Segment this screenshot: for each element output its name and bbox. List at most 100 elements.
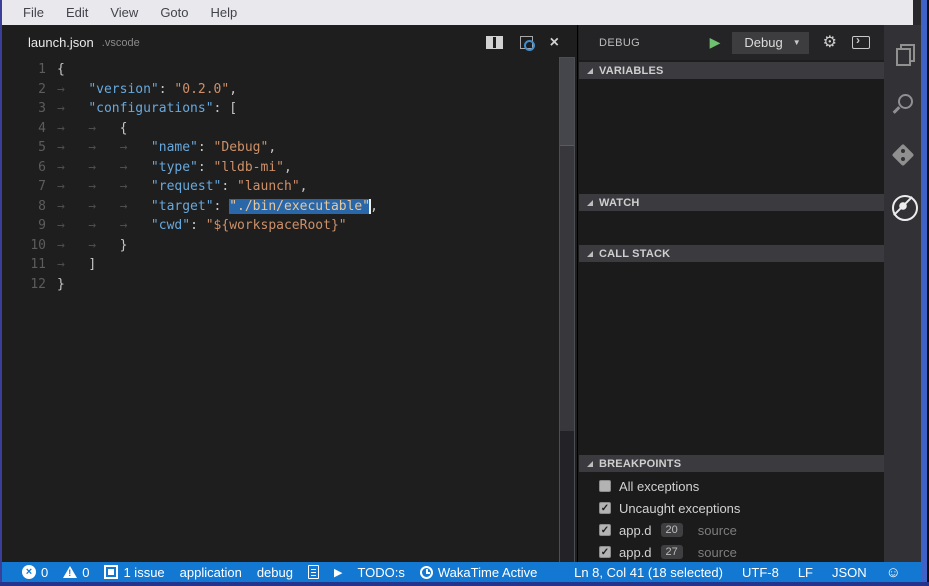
token-key: "configurations": [88, 101, 213, 116]
section-label: CALL STACK: [599, 248, 670, 260]
token-key: "type": [151, 160, 198, 175]
activity-item-files[interactable]: [884, 42, 921, 76]
menu-item-goto[interactable]: Goto: [149, 5, 199, 20]
code-line[interactable]: 3→ "configurations": [: [2, 99, 555, 119]
line-number: 9: [2, 218, 46, 233]
breakpoint-checkbox[interactable]: [599, 546, 611, 558]
breakpoint-checkbox[interactable]: [599, 524, 611, 536]
menu-item-file[interactable]: File: [12, 5, 55, 20]
token-ws: →: [57, 257, 88, 272]
token-punct: :: [198, 160, 214, 175]
debug-console-icon[interactable]: [852, 36, 870, 49]
preview-icon[interactable]: [520, 36, 533, 49]
token-str: "Debug": [214, 140, 269, 155]
breakpoint-checkbox[interactable]: [599, 502, 611, 514]
section-label: WATCH: [599, 197, 640, 209]
open-file-name: launch.json: [28, 35, 94, 50]
status-item-0[interactable]: 0: [63, 565, 89, 580]
token-punct: ,: [300, 179, 308, 194]
code-area[interactable]: 1{2→ "version": "0.2.0",3→ "configuratio…: [2, 60, 555, 294]
menu-item-view[interactable]: View: [99, 5, 149, 20]
line-number: 2: [2, 82, 46, 97]
start-debug-icon[interactable]: ▶: [710, 34, 721, 51]
activity-item-git[interactable]: [884, 142, 921, 176]
token-key: "cwd": [151, 218, 190, 233]
status-text: Ln 8, Col 41 (18 selected): [574, 565, 723, 580]
breakpoint-row-app-d-27[interactable]: app.d27source: [579, 541, 884, 563]
call-stack-body: [579, 262, 884, 455]
token-key: "version": [88, 82, 158, 97]
code-text: → → {: [57, 121, 127, 136]
code-line[interactable]: 11→ ]: [2, 255, 555, 275]
line-number: 8: [2, 199, 46, 214]
section-header-variables[interactable]: VARIABLES: [579, 62, 884, 79]
code-line[interactable]: 8 → → → "target": "./bin/executable",: [2, 197, 555, 217]
status-item-json[interactable]: JSON: [832, 565, 867, 580]
token-punct: :: [159, 82, 175, 97]
editor-region: launch.json .vscode × 1{2→ "version": "0…: [2, 25, 578, 562]
status-text: TODO:s: [357, 565, 404, 580]
breakpoint-row-app-d-20[interactable]: app.d20source: [579, 519, 884, 541]
status-item-tasks[interactable]: [308, 565, 319, 579]
breakpoint-source: source: [698, 545, 737, 560]
code-line[interactable]: 5→ → → "name": "Debug",: [2, 138, 555, 158]
menu-item-help[interactable]: Help: [200, 5, 249, 20]
close-icon[interactable]: ×: [550, 36, 559, 49]
search-icon: [890, 91, 916, 117]
scrollbar-thumb[interactable]: [560, 58, 574, 146]
token-punct: :: [214, 199, 230, 214]
code-line[interactable]: 9 → → → "cwd": "${workspaceRoot}": [2, 216, 555, 236]
debug-config-dropdown[interactable]: Debug ▼: [732, 32, 808, 54]
configure-gear-icon[interactable]: ⚙: [823, 35, 837, 51]
status-item-1-issue[interactable]: 1 issue: [104, 565, 164, 580]
code-line[interactable]: 2→ "version": "0.2.0",: [2, 80, 555, 100]
status-item-debug[interactable]: debug: [257, 565, 293, 580]
menu-bar: FileEditViewGotoHelp: [2, 0, 913, 25]
code-line[interactable]: 7→ → → "request": "launch",: [2, 177, 555, 197]
code-line[interactable]: 12}: [2, 275, 555, 295]
status-text: UTF-8: [742, 565, 779, 580]
code-line[interactable]: 6→ → → "type": "lldb-mi",: [2, 158, 555, 178]
token-punct: }: [120, 238, 128, 253]
breakpoint-checkbox[interactable]: [599, 480, 611, 492]
debug-panel-title: DEBUG: [599, 37, 640, 49]
activity-item-debug-disabled[interactable]: [884, 193, 921, 227]
token-ws: → → →: [57, 160, 151, 175]
code-line[interactable]: 4→ → {: [2, 119, 555, 139]
token-punct: :: [221, 179, 237, 194]
activity-item-search[interactable]: [884, 91, 921, 125]
status-text: 1 issue: [123, 565, 164, 580]
collapse-twisty-icon: [587, 251, 593, 257]
run-icon: [334, 566, 342, 579]
code-line[interactable]: 10→ → }: [2, 236, 555, 256]
editor-title-bar: launch.json .vscode ×: [2, 25, 577, 60]
token-punct: }: [57, 277, 65, 292]
code-text: → → → "target": "./bin/executable",: [57, 199, 378, 214]
status-item-todo-s[interactable]: TODO:s: [357, 565, 404, 580]
line-number: 1: [2, 62, 46, 77]
status-item-application[interactable]: application: [180, 565, 242, 580]
status-item-wakatime-active[interactable]: WakaTime Active: [420, 565, 537, 580]
status-item-ln-8-col-41-18-selected[interactable]: Ln 8, Col 41 (18 selected): [574, 565, 723, 580]
status-item-utf-8[interactable]: UTF-8: [742, 565, 779, 580]
workbench: launch.json .vscode × 1{2→ "version": "0…: [2, 25, 921, 562]
token-ws: → → →: [57, 179, 151, 194]
token-ws: →: [57, 101, 88, 116]
status-item-0[interactable]: 0: [22, 565, 48, 580]
token-punct: ,: [268, 140, 276, 155]
breakpoint-row-all-exceptions[interactable]: All exceptions: [579, 475, 884, 497]
code-line[interactable]: 1{: [2, 60, 555, 80]
section-header-breakpoints[interactable]: BREAKPOINTS: [579, 455, 884, 472]
split-editor-icon[interactable]: [486, 36, 503, 49]
section-header-watch[interactable]: WATCH: [579, 194, 884, 211]
breakpoint-row-uncaught-exceptions[interactable]: Uncaught exceptions: [579, 497, 884, 519]
section-header-call-stack[interactable]: CALL STACK: [579, 245, 884, 262]
menu-item-edit[interactable]: Edit: [55, 5, 99, 20]
code-text: → → → "cwd": "${workspaceRoot}": [57, 218, 347, 233]
git-icon: [890, 142, 916, 168]
scrollbar-track-shade: [560, 146, 574, 431]
status-item-run[interactable]: [334, 566, 342, 579]
status-item-smiley[interactable]: [886, 564, 901, 581]
editor-scrollbar[interactable]: [559, 57, 575, 575]
status-item-lf[interactable]: LF: [798, 565, 813, 580]
